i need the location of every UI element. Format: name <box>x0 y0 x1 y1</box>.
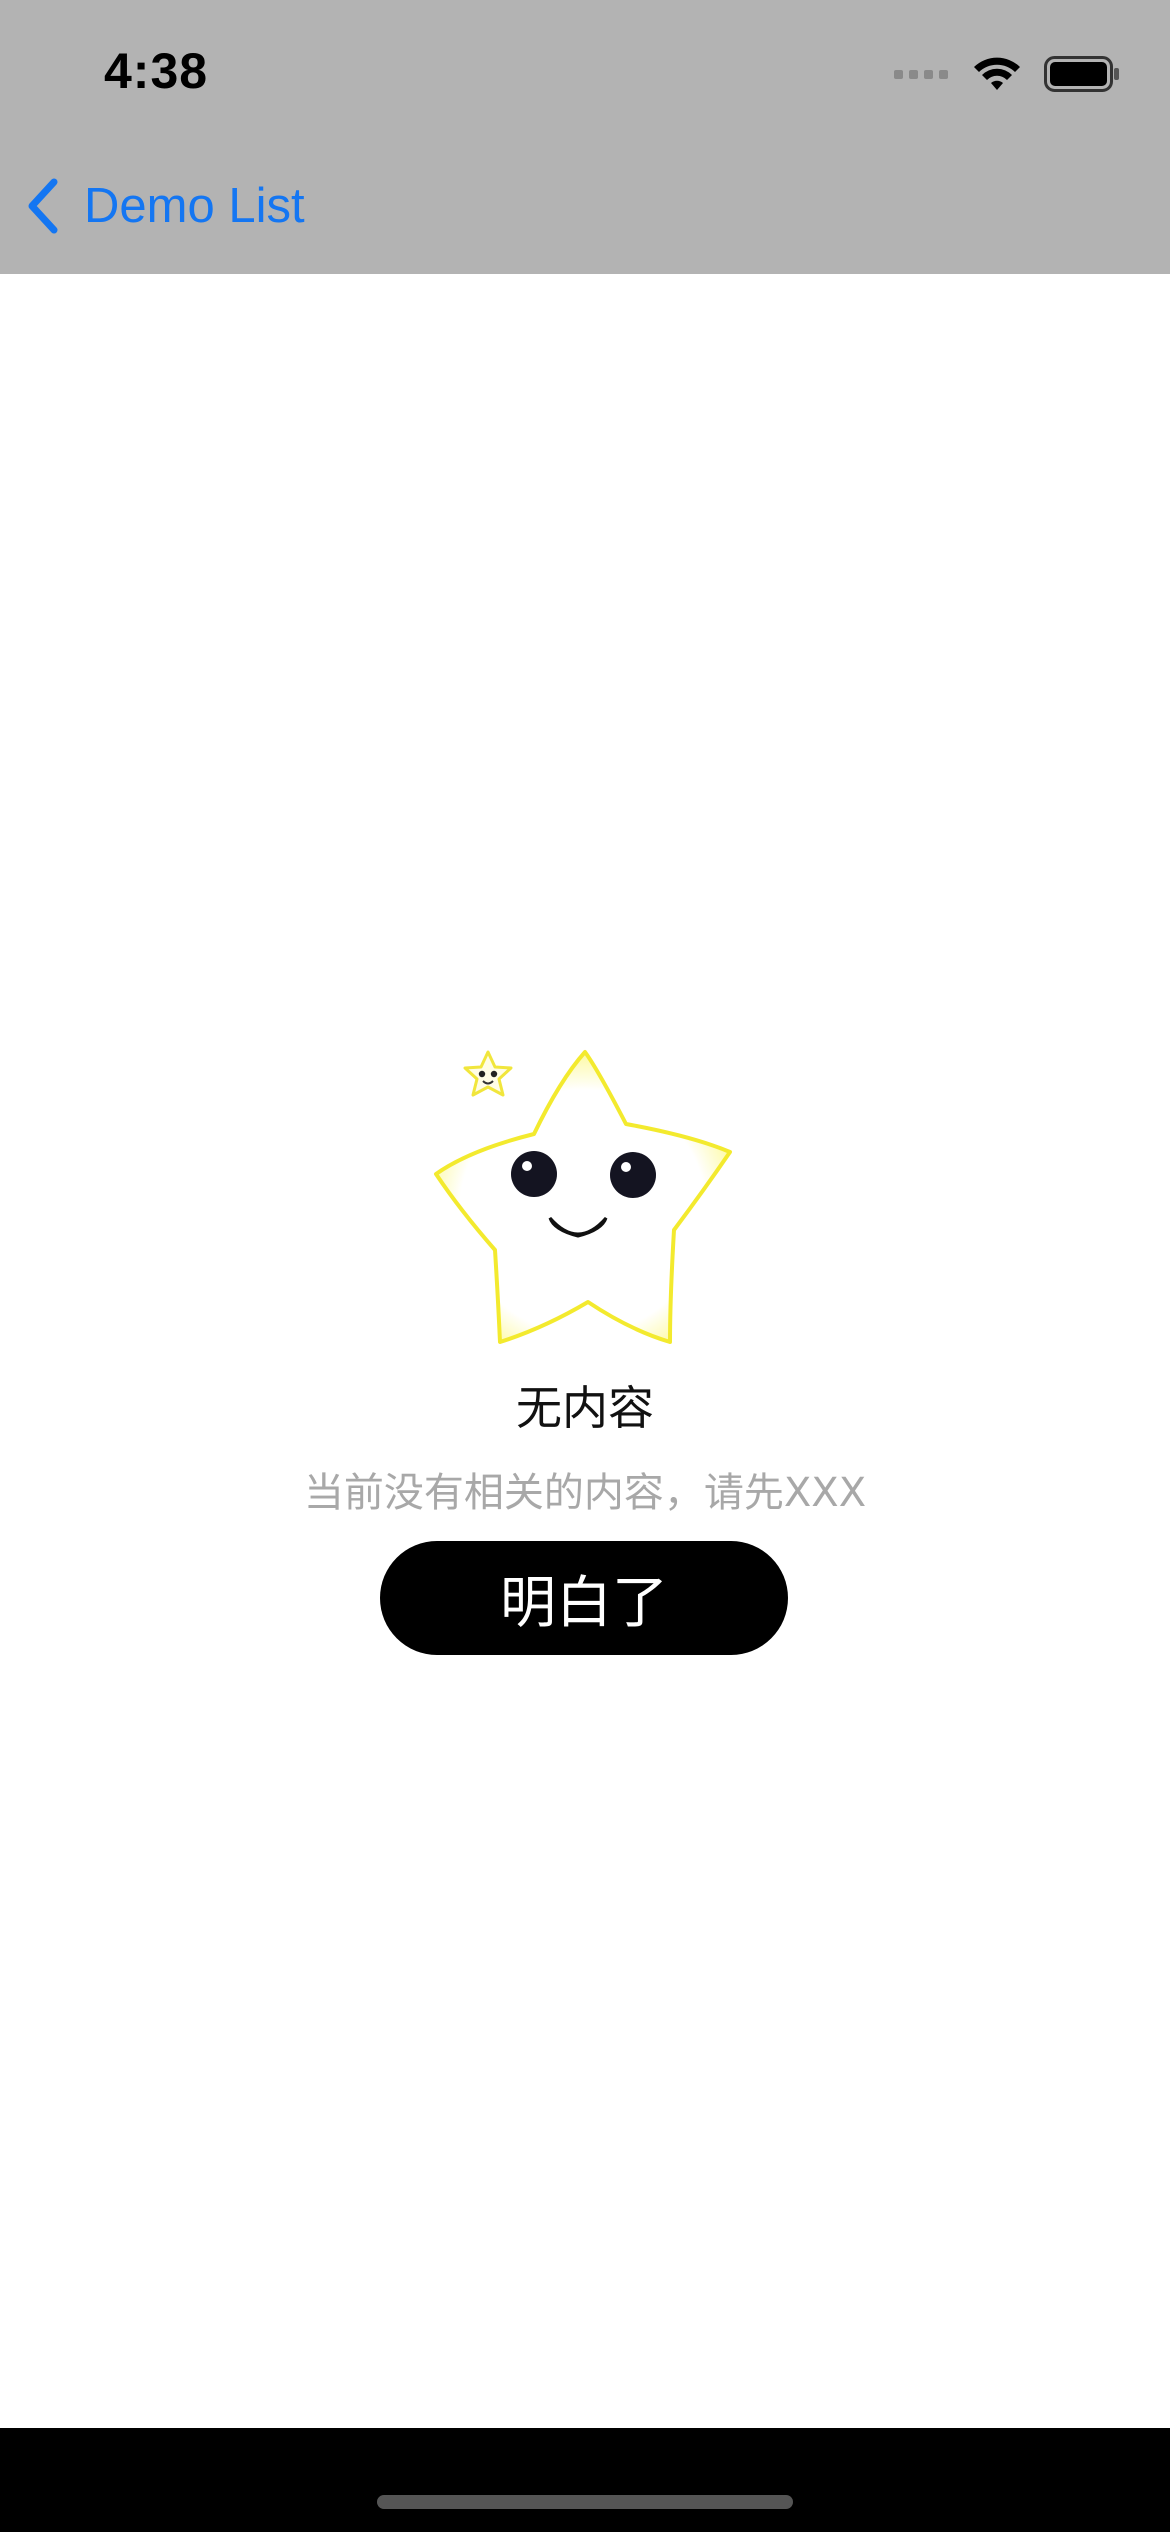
chevron-left-icon <box>28 178 58 234</box>
battery-icon <box>1044 56 1119 92</box>
home-indicator-area <box>0 2428 1170 2532</box>
back-button[interactable]: Demo List <box>22 174 305 238</box>
main-content <box>0 274 1170 2428</box>
confirm-button[interactable]: 明白了 <box>380 1541 788 1655</box>
navigation-bar: Demo List <box>0 140 1170 274</box>
cellular-signal-icon <box>894 69 948 79</box>
wifi-icon <box>974 57 1020 90</box>
empty-state-title: 无内容 <box>516 1381 654 1435</box>
empty-state-subtitle: 当前没有相关的内容，请先XXX <box>303 1470 867 1516</box>
home-indicator[interactable] <box>377 2495 793 2509</box>
status-time: 4:38 <box>104 43 209 99</box>
system-icons <box>894 54 1120 94</box>
smiling-star-icon <box>434 1050 732 1344</box>
status-bar: 4:38 <box>0 0 1170 140</box>
back-button-label: Demo List <box>84 179 305 233</box>
